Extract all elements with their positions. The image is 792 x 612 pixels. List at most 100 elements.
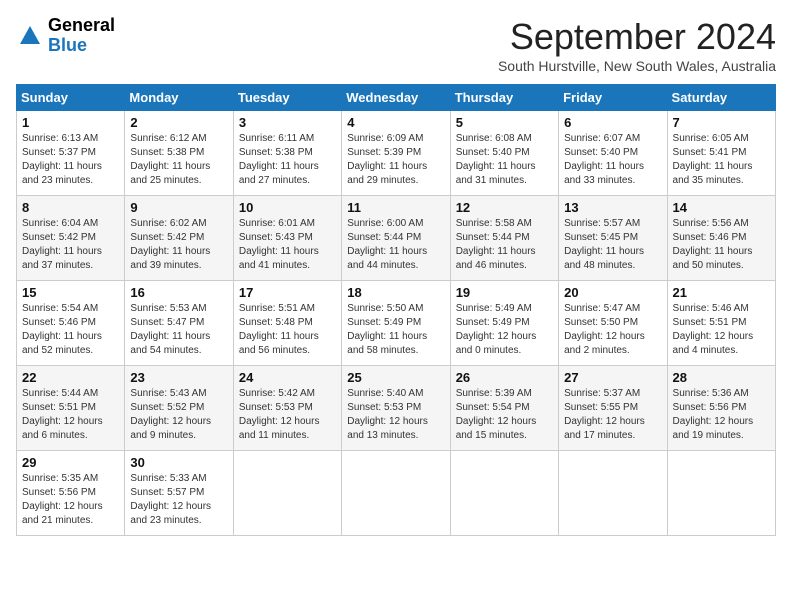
day-info: Sunrise: 5:58 AMSunset: 5:44 PMDaylight:… [456, 217, 553, 273]
day-number: 5 [456, 115, 553, 130]
calendar-cell: 5 Sunrise: 6:08 AMSunset: 5:40 PMDaylight… [450, 111, 558, 196]
calendar-cell: 27 Sunrise: 5:37 AMSunset: 5:55 PMDayligh… [559, 366, 667, 451]
day-info: Sunrise: 5:46 AMSunset: 5:51 PMDaylight:… [673, 302, 770, 358]
page-header: General Blue September 2024 South Hurstv… [16, 16, 776, 74]
day-number: 18 [347, 285, 444, 300]
day-info: Sunrise: 5:44 AMSunset: 5:51 PMDaylight:… [22, 387, 119, 443]
calendar-cell [667, 451, 775, 536]
logo-general: General [48, 16, 115, 36]
logo-blue: Blue [48, 36, 115, 56]
day-number: 14 [673, 200, 770, 215]
calendar-cell: 3 Sunrise: 6:11 AMSunset: 5:38 PMDaylight… [233, 111, 341, 196]
day-info: Sunrise: 5:36 AMSunset: 5:56 PMDaylight:… [673, 387, 770, 443]
day-info: Sunrise: 5:49 AMSunset: 5:49 PMDaylight:… [456, 302, 553, 358]
day-number: 12 [456, 200, 553, 215]
day-number: 16 [130, 285, 227, 300]
day-number: 17 [239, 285, 336, 300]
day-info: Sunrise: 6:07 AMSunset: 5:40 PMDaylight:… [564, 132, 661, 188]
day-info: Sunrise: 5:35 AMSunset: 5:56 PMDaylight:… [22, 472, 119, 528]
day-number: 21 [673, 285, 770, 300]
calendar-cell: 14 Sunrise: 5:56 AMSunset: 5:46 PMDayligh… [667, 196, 775, 281]
day-number: 20 [564, 285, 661, 300]
calendar-week-5: 29 Sunrise: 5:35 AMSunset: 5:56 PMDayligh… [17, 451, 776, 536]
day-number: 9 [130, 200, 227, 215]
day-info: Sunrise: 5:56 AMSunset: 5:46 PMDaylight:… [673, 217, 770, 273]
day-info: Sunrise: 5:53 AMSunset: 5:47 PMDaylight:… [130, 302, 227, 358]
calendar-cell: 12 Sunrise: 5:58 AMSunset: 5:44 PMDayligh… [450, 196, 558, 281]
calendar-cell: 11 Sunrise: 6:00 AMSunset: 5:44 PMDayligh… [342, 196, 450, 281]
calendar-week-3: 15Sunrise: 5:54 AMSunset: 5:46 PMDayligh… [17, 281, 776, 366]
calendar-cell: 9 Sunrise: 6:02 AMSunset: 5:42 PMDaylight… [125, 196, 233, 281]
day-number: 6 [564, 115, 661, 130]
calendar-header-friday: Friday [559, 85, 667, 111]
day-info: Sunrise: 5:43 AMSunset: 5:52 PMDaylight:… [130, 387, 227, 443]
day-info: Sunrise: 5:37 AMSunset: 5:55 PMDaylight:… [564, 387, 661, 443]
day-info: Sunrise: 6:04 AMSunset: 5:42 PMDaylight:… [22, 217, 119, 273]
day-info: Sunrise: 6:13 AMSunset: 5:37 PMDaylight:… [22, 132, 119, 188]
day-number: 25 [347, 370, 444, 385]
logo-text: General Blue [48, 16, 115, 56]
calendar-cell: 20 Sunrise: 5:47 AMSunset: 5:50 PMDayligh… [559, 281, 667, 366]
calendar-week-4: 22Sunrise: 5:44 AMSunset: 5:51 PMDayligh… [17, 366, 776, 451]
day-info: Sunrise: 6:02 AMSunset: 5:42 PMDaylight:… [130, 217, 227, 273]
day-info: Sunrise: 5:51 AMSunset: 5:48 PMDaylight:… [239, 302, 336, 358]
calendar-cell: 7Sunrise: 6:05 AMSunset: 5:41 PMDaylight… [667, 111, 775, 196]
logo-icon [16, 22, 44, 50]
calendar-cell: 25 Sunrise: 5:40 AMSunset: 5:53 PMDayligh… [342, 366, 450, 451]
calendar-header-thursday: Thursday [450, 85, 558, 111]
calendar-table: SundayMondayTuesdayWednesdayThursdayFrid… [16, 84, 776, 536]
calendar-cell: 6 Sunrise: 6:07 AMSunset: 5:40 PMDaylight… [559, 111, 667, 196]
day-number: 11 [347, 200, 444, 215]
calendar-cell: 15Sunrise: 5:54 AMSunset: 5:46 PMDayligh… [17, 281, 125, 366]
calendar-cell: 1 Sunrise: 6:13 AMSunset: 5:37 PMDaylight… [17, 111, 125, 196]
day-info: Sunrise: 6:00 AMSunset: 5:44 PMDaylight:… [347, 217, 444, 273]
title-block: September 2024 South Hurstville, New Sou… [498, 16, 776, 74]
day-number: 29 [22, 455, 119, 470]
calendar-cell: 21 Sunrise: 5:46 AMSunset: 5:51 PMDayligh… [667, 281, 775, 366]
calendar-cell: 26Sunrise: 5:39 AMSunset: 5:54 PMDayligh… [450, 366, 558, 451]
logo: General Blue [16, 16, 115, 56]
calendar-cell: 4 Sunrise: 6:09 AMSunset: 5:39 PMDaylight… [342, 111, 450, 196]
day-info: Sunrise: 6:09 AMSunset: 5:39 PMDaylight:… [347, 132, 444, 188]
day-info: Sunrise: 5:40 AMSunset: 5:53 PMDaylight:… [347, 387, 444, 443]
day-number: 28 [673, 370, 770, 385]
calendar-cell: 23 Sunrise: 5:43 AMSunset: 5:52 PMDayligh… [125, 366, 233, 451]
day-info: Sunrise: 6:05 AMSunset: 5:41 PMDaylight:… [673, 132, 770, 188]
month-title: September 2024 [498, 16, 776, 58]
calendar-header-monday: Monday [125, 85, 233, 111]
calendar-cell: 30Sunrise: 5:33 AMSunset: 5:57 PMDayligh… [125, 451, 233, 536]
calendar-cell: 19 Sunrise: 5:49 AMSunset: 5:49 PMDayligh… [450, 281, 558, 366]
day-info: Sunrise: 6:11 AMSunset: 5:38 PMDaylight:… [239, 132, 336, 188]
calendar-cell: 28 Sunrise: 5:36 AMSunset: 5:56 PMDayligh… [667, 366, 775, 451]
day-number: 4 [347, 115, 444, 130]
calendar-header-sunday: Sunday [17, 85, 125, 111]
calendar-cell: 16 Sunrise: 5:53 AMSunset: 5:47 PMDayligh… [125, 281, 233, 366]
calendar-cell [559, 451, 667, 536]
day-number: 10 [239, 200, 336, 215]
day-number: 2 [130, 115, 227, 130]
calendar-cell: 10Sunrise: 6:01 AMSunset: 5:43 PMDayligh… [233, 196, 341, 281]
calendar-header-wednesday: Wednesday [342, 85, 450, 111]
calendar-header-row: SundayMondayTuesdayWednesdayThursdayFrid… [17, 85, 776, 111]
day-number: 19 [456, 285, 553, 300]
calendar-cell: 22Sunrise: 5:44 AMSunset: 5:51 PMDayligh… [17, 366, 125, 451]
day-number: 3 [239, 115, 336, 130]
day-number: 8 [22, 200, 119, 215]
calendar-cell: 2Sunrise: 6:12 AMSunset: 5:38 PMDaylight… [125, 111, 233, 196]
day-info: Sunrise: 5:42 AMSunset: 5:53 PMDaylight:… [239, 387, 336, 443]
location-subtitle: South Hurstville, New South Wales, Austr… [498, 58, 776, 74]
day-number: 23 [130, 370, 227, 385]
day-info: Sunrise: 5:33 AMSunset: 5:57 PMDaylight:… [130, 472, 227, 528]
day-number: 26 [456, 370, 553, 385]
calendar-cell: 17 Sunrise: 5:51 AMSunset: 5:48 PMDayligh… [233, 281, 341, 366]
calendar-cell: 18 Sunrise: 5:50 AMSunset: 5:49 PMDayligh… [342, 281, 450, 366]
day-number: 24 [239, 370, 336, 385]
day-number: 27 [564, 370, 661, 385]
calendar-cell [233, 451, 341, 536]
day-number: 1 [22, 115, 119, 130]
day-info: Sunrise: 5:47 AMSunset: 5:50 PMDaylight:… [564, 302, 661, 358]
day-info: Sunrise: 5:50 AMSunset: 5:49 PMDaylight:… [347, 302, 444, 358]
day-info: Sunrise: 6:08 AMSunset: 5:40 PMDaylight:… [456, 132, 553, 188]
day-info: Sunrise: 5:54 AMSunset: 5:46 PMDaylight:… [22, 302, 119, 358]
day-number: 13 [564, 200, 661, 215]
